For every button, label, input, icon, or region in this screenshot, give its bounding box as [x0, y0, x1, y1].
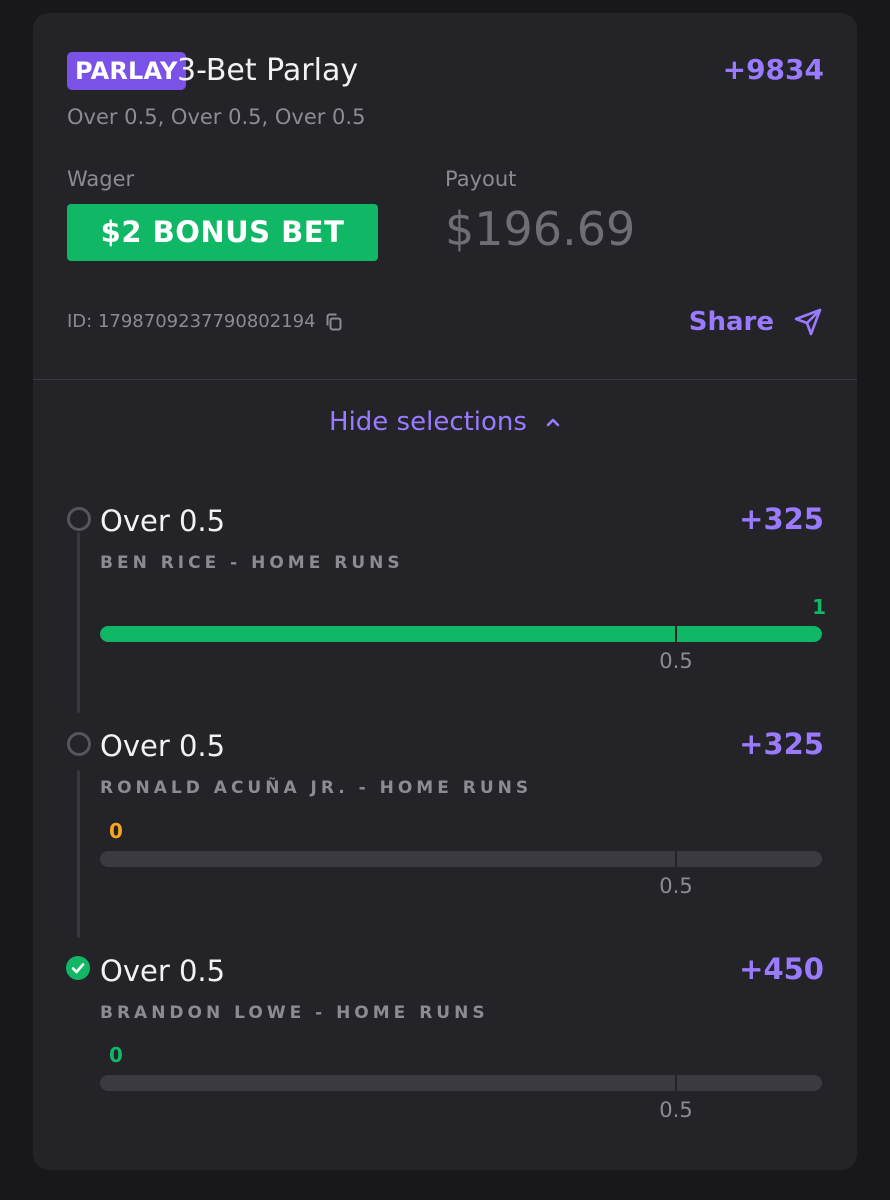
leg-progress-bar — [100, 626, 822, 642]
wager-label: Wager — [67, 167, 135, 191]
toggle-label: Hide selections — [329, 407, 527, 437]
leg-line-label: 0.5 — [659, 649, 693, 673]
pending-circle-icon — [67, 732, 91, 756]
leg-line-tick — [675, 626, 677, 642]
leg-title: Over 0.5 — [100, 504, 226, 538]
leg-line-tick — [675, 1075, 677, 1091]
total-odds: +9834 — [722, 53, 824, 86]
bet-title: 3-Bet Parlay — [177, 53, 359, 88]
bet-subtitle: Over 0.5, Over 0.5, Over 0.5 — [67, 105, 366, 129]
payout-label: Payout — [445, 167, 517, 191]
pending-circle-icon — [67, 507, 91, 531]
divider — [33, 379, 857, 380]
leg-connector-line — [77, 532, 80, 713]
leg-title: Over 0.5 — [100, 729, 226, 763]
leg-odds: +325 — [739, 502, 824, 536]
bet-id-text: ID: 1798709237790802194 — [67, 311, 316, 332]
copy-icon[interactable] — [324, 312, 344, 332]
leg-progress-fill — [100, 626, 822, 642]
leg-current-value: 1 — [812, 595, 826, 619]
share-label: Share — [688, 307, 774, 337]
hide-selections-toggle[interactable]: Hide selections — [33, 401, 857, 443]
leg-line-label: 0.5 — [659, 1098, 693, 1122]
leg-title: Over 0.5 — [100, 954, 226, 988]
leg-progress-bar — [100, 851, 822, 867]
leg-current-value: 0 — [109, 1043, 123, 1067]
bet-id: ID: 1798709237790802194 — [67, 311, 344, 333]
chevron-up-icon — [545, 416, 561, 428]
send-icon — [792, 306, 824, 338]
leg-progress-bar — [100, 1075, 822, 1091]
leg-connector-line — [77, 770, 80, 938]
parlay-badge: PARLAY — [67, 52, 186, 90]
bet-card: PARLAY 3-Bet Parlay +9834 Over 0.5, Over… — [33, 13, 857, 1170]
leg-market: BEN RICE - HOME RUNS — [100, 553, 404, 573]
share-button[interactable]: Share — [689, 303, 824, 341]
check-circle-icon — [66, 956, 90, 980]
leg-line-tick — [675, 851, 677, 867]
leg-current-value: 0 — [109, 819, 123, 843]
wager-bonus-bet-button[interactable]: $2 BONUS BET — [67, 204, 378, 261]
leg-odds: +450 — [739, 952, 824, 986]
leg-market: BRANDON LOWE - HOME RUNS — [100, 1003, 489, 1023]
leg-line-label: 0.5 — [659, 874, 693, 898]
leg-market: RONALD ACUÑA JR. - HOME RUNS — [100, 778, 533, 798]
leg-odds: +325 — [739, 727, 824, 761]
payout-value: $196.69 — [445, 202, 636, 256]
